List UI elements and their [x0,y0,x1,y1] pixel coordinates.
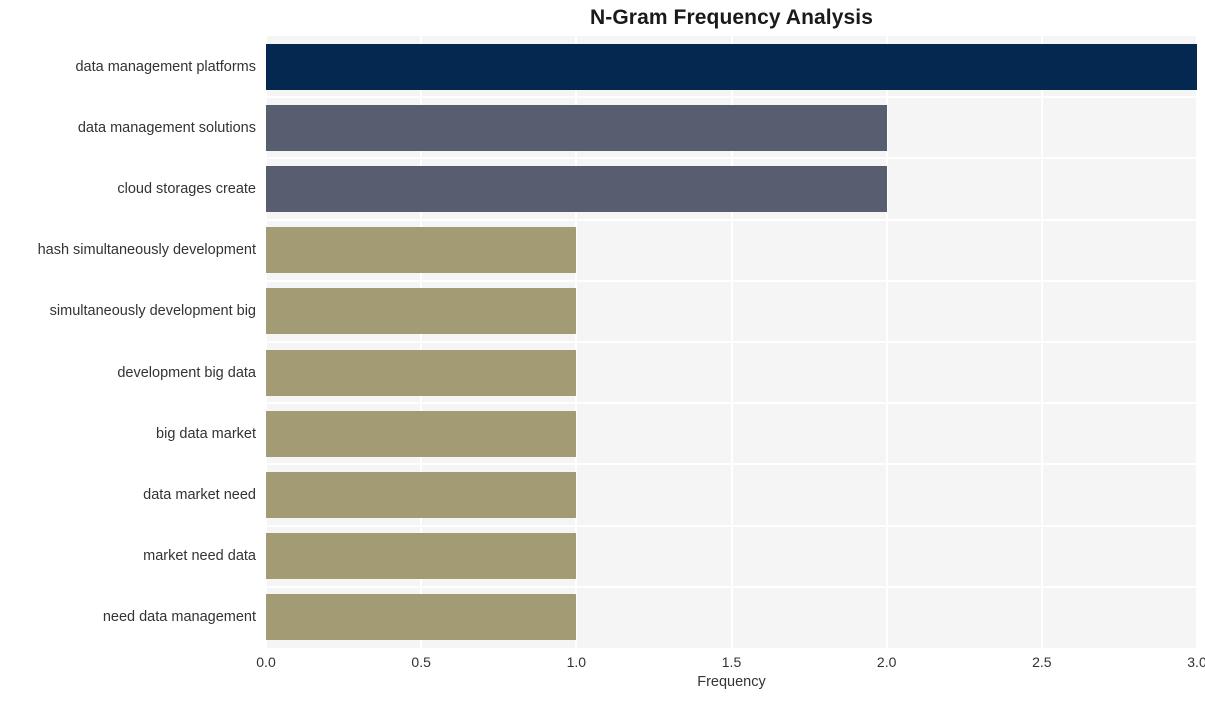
y-axis-tick-label: simultaneously development big [49,303,256,320]
x-axis-tick-label: 0.0 [256,654,276,670]
y-axis-tick-label: data market need [143,487,256,503]
x-axis-tick-labels: 0.0 0.5 1.0 1.5 2.0 2.5 3.0 [0,652,1205,672]
x-axis-tick-label: 0.5 [411,654,431,670]
y-gridline [266,218,1197,221]
bar [266,349,577,396]
y-gridline [266,585,1197,588]
y-gridline [266,279,1197,282]
y-gridline [266,341,1197,343]
x-axis-tick-label: 2.5 [1032,654,1052,670]
y-gridline [266,463,1197,466]
y-gridline [266,402,1197,405]
bar [266,410,577,457]
bar [266,104,887,151]
bar [266,227,577,274]
y-gridline [266,524,1197,527]
y-axis-labels: data management platforms data management… [0,36,256,648]
x-axis-tick-label: 1.5 [721,654,742,670]
y-axis-tick-label: development big data [117,364,256,381]
y-axis-tick-label: hash simultaneously development [37,242,256,259]
x-axis-tick-label: 3.0 [1187,654,1205,670]
x-axis-tick-label: 2.0 [876,654,897,670]
chart-title: N-Gram Frequency Analysis [590,6,873,29]
y-axis-tick-label: need data management [102,609,256,626]
y-gridline [266,96,1197,99]
bar [266,288,577,335]
plot-area [266,36,1197,648]
bar [266,533,577,580]
y-gridline [266,157,1197,160]
y-axis-tick-label: cloud storages create [117,181,256,197]
bar [266,594,577,641]
bar [266,472,577,518]
bar [266,43,1197,90]
y-axis-tick-label: data management solutions [77,119,256,136]
y-axis-tick-label: data management platforms [75,58,256,75]
y-axis-tick-label: big data market [156,425,256,442]
bar [266,166,887,212]
x-axis-title: Frequency [697,674,766,690]
y-axis-tick-label: market need data [143,548,256,565]
x-axis-tick-label: 1.0 [566,654,587,670]
chart-figure: N-Gram Frequency Analysis data managemen… [0,0,1205,701]
